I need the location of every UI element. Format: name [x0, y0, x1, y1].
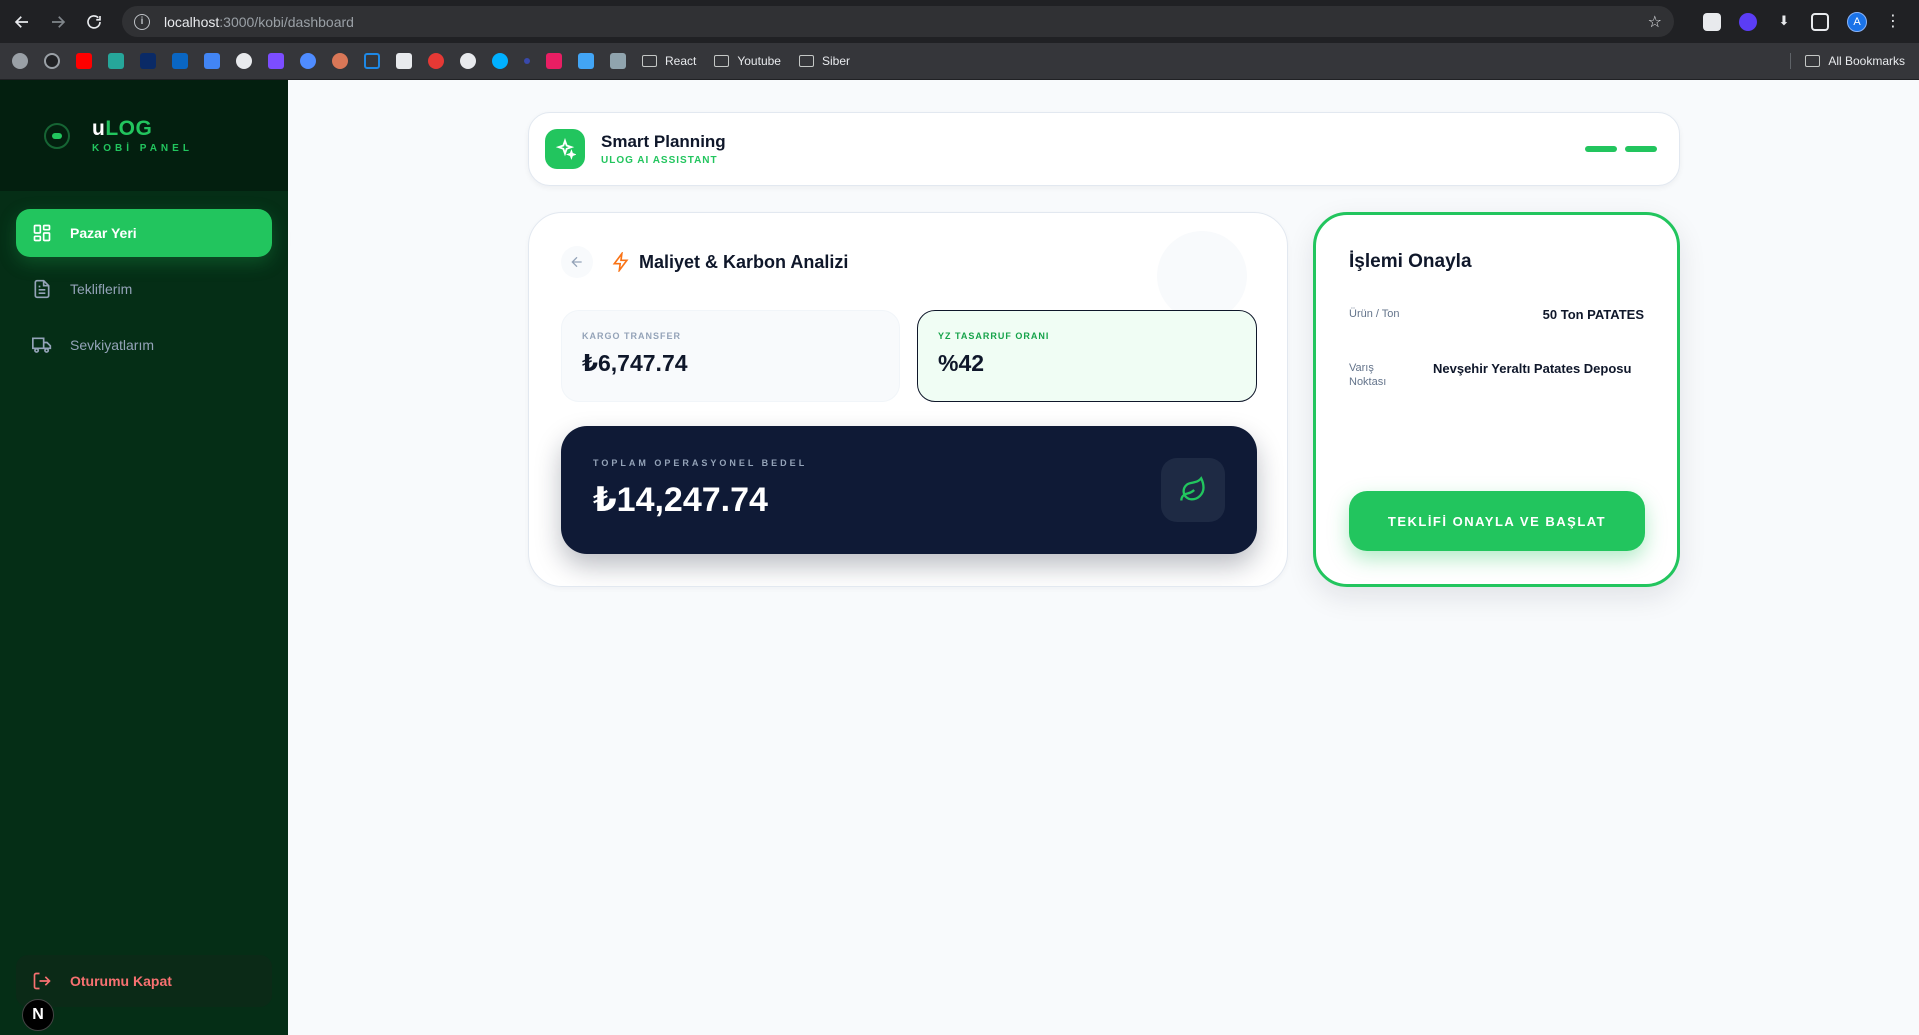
- product-row: Ürün / Ton 50 Ton PATATES: [1349, 307, 1644, 322]
- progress-indicator: [1585, 146, 1657, 152]
- total-cost-label: TOPLAM OPERASYONEL BEDEL: [593, 458, 808, 468]
- bookmark-icon[interactable]: [546, 53, 562, 69]
- site-info-icon[interactable]: i: [134, 13, 150, 30]
- bookmarks-bar: React Youtube Siber All Bookmarks: [0, 43, 1919, 80]
- approve-and-start-button[interactable]: TEKLİFİ ONAYLA VE BAŞLAT: [1349, 491, 1645, 551]
- destination-label: Varış Noktası: [1349, 362, 1387, 388]
- menu-dots-icon[interactable]: ⋮: [1885, 13, 1901, 30]
- nextjs-badge[interactable]: N: [22, 999, 54, 1031]
- sidebar-item-sevkiyatlarim[interactable]: Sevkiyatlarım: [16, 321, 272, 369]
- brand: uLOG KOBİ PANEL: [0, 80, 288, 191]
- forward-icon[interactable]: [40, 4, 76, 40]
- sidebar: uLOG KOBİ PANEL Pazar Yeri Tekliflerim S…: [0, 80, 288, 1035]
- ai-saving-rate-stat: YZ TASARRUF ORANI %42: [917, 310, 1257, 402]
- extension-icon[interactable]: [1739, 12, 1757, 31]
- logout-button[interactable]: Oturumu Kapat: [16, 955, 272, 1007]
- bookmark-icon[interactable]: [396, 53, 412, 69]
- leaf-icon: [1161, 458, 1225, 522]
- sidebar-item-tekliflerim[interactable]: Tekliflerim: [16, 265, 272, 313]
- youtube-icon[interactable]: [76, 53, 92, 69]
- logout-label: Oturumu Kapat: [70, 973, 172, 989]
- folder-icon: [798, 55, 814, 67]
- claude-icon[interactable]: [332, 53, 348, 69]
- bookmark-icon[interactable]: [578, 53, 594, 69]
- logo-icon: [44, 122, 70, 149]
- app-root: uLOG KOBİ PANEL Pazar Yeri Tekliflerim S…: [0, 80, 1919, 1035]
- cargo-transfer-stat: KARGO TRANSFER ₺6,747.74: [561, 310, 900, 402]
- bookmark-icon[interactable]: [108, 53, 124, 69]
- back-icon[interactable]: [4, 4, 40, 40]
- bookmark-icon[interactable]: [610, 53, 626, 69]
- bookmark-icon[interactable]: [12, 53, 28, 69]
- sidebar-item-label: Tekliflerim: [70, 281, 133, 297]
- folder-icon: [642, 55, 657, 67]
- smart-planning-header: Smart Planning ULOG AI ASSISTANT: [528, 112, 1680, 186]
- destination-value: Nevşehir Yeraltı Patates Deposu: [1433, 361, 1632, 376]
- linkedin-icon[interactable]: [172, 53, 188, 69]
- translate-icon[interactable]: [204, 53, 220, 69]
- logout-icon: [33, 972, 51, 990]
- bookmark-star-icon[interactable]: ☆: [1648, 12, 1662, 32]
- product-label: Ürün / Ton: [1349, 308, 1400, 320]
- bookmark-icon[interactable]: [428, 53, 444, 69]
- confirm-title: İşlemi Onayla: [1349, 251, 1472, 272]
- truck-icon: [32, 337, 52, 353]
- bookmark-icon[interactable]: [44, 53, 60, 69]
- header-subtitle: ULOG AI ASSISTANT: [601, 155, 718, 166]
- bookmark-icon[interactable]: [364, 53, 380, 69]
- folder-icon: [1805, 55, 1821, 67]
- sidebar-item-label: Sevkiyatlarım: [70, 337, 155, 353]
- all-bookmarks[interactable]: All Bookmarks: [1790, 53, 1905, 69]
- bookmark-folder-youtube[interactable]: Youtube: [714, 54, 781, 68]
- ai-saving-rate-label: YZ TASARRUF ORANI: [938, 331, 1050, 341]
- document-icon: [34, 279, 50, 299]
- analysis-title: Maliyet & Karbon Analizi: [639, 251, 849, 272]
- total-operational-cost: TOPLAM OPERASYONEL BEDEL ₺14,247.74: [561, 426, 1257, 554]
- download-icon[interactable]: ⬇: [1775, 13, 1793, 31]
- bookmark-icon[interactable]: [460, 53, 476, 69]
- main-content: Smart Planning ULOG AI ASSISTANT Maliyet…: [288, 80, 1919, 1035]
- profile-avatar[interactable]: A: [1847, 11, 1867, 32]
- reload-icon[interactable]: [76, 4, 112, 40]
- github-icon[interactable]: [236, 53, 252, 69]
- url-text: localhost:3000/kobi/dashboard: [164, 13, 354, 30]
- bookmark-folder-siber[interactable]: Siber: [798, 54, 850, 68]
- cargo-transfer-label: KARGO TRANSFER: [582, 331, 681, 341]
- confirm-transaction-card: İşlemi Onayla Ürün / Ton 50 Ton PATATES …: [1313, 212, 1680, 587]
- gemini-icon[interactable]: [300, 53, 316, 69]
- sparkles-icon: [545, 129, 585, 169]
- bookmark-icon[interactable]: [492, 53, 508, 69]
- extensions-puzzle-icon[interactable]: [1811, 12, 1829, 31]
- total-cost-value: ₺14,247.74: [593, 481, 768, 519]
- lightning-icon: [612, 252, 629, 272]
- cost-carbon-analysis-card: Maliyet & Karbon Analizi KARGO TRANSFER …: [528, 212, 1288, 587]
- extension-icon[interactable]: [1703, 12, 1721, 31]
- brand-name: uLOG: [92, 117, 153, 140]
- sidebar-item-pazar-yeri[interactable]: Pazar Yeri: [16, 209, 272, 257]
- grid-icon: [33, 224, 51, 242]
- product-value: 50 Ton PATATES: [1542, 307, 1644, 322]
- address-bar[interactable]: i localhost:3000/kobi/dashboard ☆: [122, 6, 1674, 37]
- cargo-transfer-value: ₺6,747.74: [582, 350, 688, 376]
- bookmark-folder-react[interactable]: React: [642, 54, 696, 68]
- bookmark-icon[interactable]: [140, 53, 156, 69]
- bookmark-icon[interactable]: [268, 53, 284, 69]
- destination-row: Varış Noktası Nevşehir Yeraltı Patates D…: [1349, 361, 1644, 389]
- browser-toolbar: i localhost:3000/kobi/dashboard ☆ ⬇ A ⋮: [0, 0, 1919, 43]
- bookmark-icon[interactable]: [524, 58, 530, 64]
- back-button[interactable]: [561, 246, 593, 278]
- brand-subtitle: KOBİ PANEL: [92, 143, 193, 154]
- folder-icon: [714, 55, 730, 67]
- sidebar-item-label: Pazar Yeri: [70, 225, 137, 241]
- header-title: Smart Planning: [601, 132, 726, 151]
- sidebar-nav: Pazar Yeri Tekliflerim Sevkiyatlarım: [0, 191, 288, 369]
- ai-saving-rate-value: %42: [938, 350, 985, 376]
